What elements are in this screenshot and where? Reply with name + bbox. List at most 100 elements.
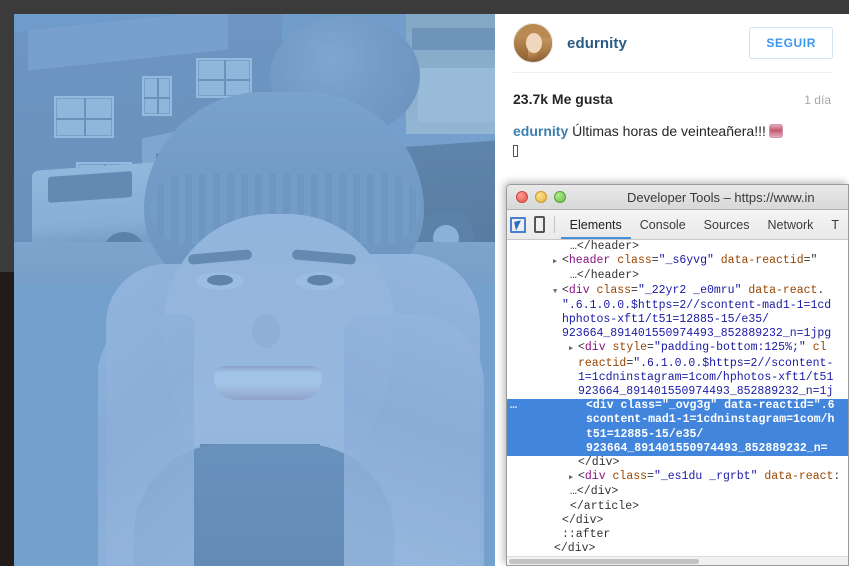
code-val: "_es1du _rgrbt" bbox=[653, 470, 758, 484]
post-timestamp: 1 día bbox=[804, 93, 831, 107]
code-val: "_s6yvg" bbox=[658, 254, 714, 268]
devtools-element-highlight-tint bbox=[14, 14, 495, 566]
toolbar-divider bbox=[554, 216, 555, 233]
code-punc: </article> bbox=[570, 499, 640, 513]
code-punc: =" bbox=[803, 254, 818, 268]
code-attr: data-react bbox=[764, 470, 834, 484]
caption-text: Últimas horas de veinteañera!!! bbox=[572, 123, 766, 139]
code-val: "_ovg3g" bbox=[661, 399, 718, 413]
dom-tree-row[interactable]: </div> bbox=[507, 514, 848, 528]
dom-tree-row-selected[interactable]: … <div class="_ovg3g" data-reactid=".6 bbox=[507, 399, 848, 414]
code-attr: data-reactid bbox=[724, 399, 807, 413]
tab-console[interactable]: Console bbox=[631, 210, 695, 239]
devtools-window-title: Developer Tools – https://www.in bbox=[627, 189, 815, 205]
code-punc: t51=12885-15/e35/ bbox=[586, 427, 704, 441]
dom-tree-row[interactable]: hphotos-xft1/t51=12885-15/e35/ bbox=[507, 313, 848, 327]
dom-tree-row[interactable]: <header class="_s6yvg" data-reactid=" bbox=[507, 254, 848, 269]
dom-tree-row[interactable]: <div class="_es1du _rgrbt" data-react: bbox=[507, 470, 848, 485]
code-punc: < bbox=[578, 341, 585, 355]
code-punc bbox=[606, 470, 613, 483]
code-punc: : bbox=[833, 470, 841, 484]
code-punc bbox=[606, 341, 613, 354]
expand-triangle-icon[interactable] bbox=[569, 470, 578, 485]
dom-tree-row[interactable]: </div> bbox=[507, 456, 848, 470]
dom-tree-row[interactable]: reactid=".6.1.0.0.$https=2//scontent- bbox=[507, 357, 848, 371]
code-punc: = bbox=[655, 399, 662, 413]
code-tag: div bbox=[584, 470, 606, 484]
screen: edurnity SEGUIR 23.7k Me gusta 1 día edu… bbox=[0, 0, 849, 566]
code-punc: < bbox=[578, 470, 585, 484]
dom-tree-row-selected[interactable]: scontent-mad1-1=1cdninstagram=1com/h bbox=[507, 413, 848, 428]
post-header: edurnity SEGUIR bbox=[495, 14, 849, 72]
code-tag: div bbox=[592, 399, 614, 413]
follow-button[interactable]: SEGUIR bbox=[749, 27, 833, 59]
girl-emoji-icon bbox=[768, 124, 783, 138]
code-attr: data-react bbox=[748, 283, 818, 297]
tab-network[interactable]: Network bbox=[759, 210, 823, 239]
scrollbar-thumb[interactable] bbox=[509, 559, 699, 564]
code-val: "padding-bottom:125%;" bbox=[653, 341, 806, 355]
dom-tree-row[interactable]: 923664_891401550974493_852889232_n=1j bbox=[507, 385, 848, 399]
dom-tree-row[interactable]: …</header> bbox=[507, 240, 848, 254]
dom-tree-row[interactable]: 1=1cdninstagram=1com/hphotos-xft1/t51 bbox=[507, 371, 848, 385]
code-punc: = bbox=[651, 254, 659, 268]
tab-sources[interactable]: Sources bbox=[695, 210, 759, 239]
dom-tree-row[interactable]: ::after bbox=[507, 528, 848, 542]
dom-tree-row[interactable]: …</header> bbox=[507, 269, 848, 283]
code-punc: . bbox=[817, 283, 825, 297]
instagram-post-photo[interactable] bbox=[14, 14, 495, 566]
profile-avatar[interactable] bbox=[513, 23, 553, 63]
devtools-tabbar: Elements Console Sources Network T bbox=[507, 210, 848, 240]
code-punc bbox=[590, 284, 597, 297]
code-punc: 923664_891401550974493_852889232_n= bbox=[586, 441, 828, 455]
code-punc: </div> bbox=[554, 542, 596, 556]
code-punc: < bbox=[586, 399, 593, 413]
dom-tree-panel[interactable]: …</header><header class="_s6yvg" data-re… bbox=[507, 240, 848, 564]
code-punc: </div> bbox=[578, 456, 620, 470]
likes-row: 23.7k Me gusta 1 día bbox=[495, 73, 849, 107]
horizontal-scrollbar[interactable] bbox=[507, 556, 848, 565]
profile-username[interactable]: edurnity bbox=[567, 35, 627, 52]
dom-tree-row[interactable]: ".6.1.0.0.$https=2//scontent-mad1-1=1cd bbox=[507, 299, 848, 313]
collapse-triangle-icon[interactable] bbox=[553, 284, 562, 299]
device-toolbar-icon bbox=[533, 216, 545, 233]
developer-tools-window[interactable]: Developer Tools – https://www.in Element… bbox=[506, 184, 849, 566]
missing-glyph-box-icon bbox=[513, 145, 518, 158]
code-attr: reactid bbox=[578, 356, 627, 370]
dom-tree-row-selected[interactable]: 923664_891401550974493_852889232_n= bbox=[507, 441, 848, 457]
truncation-ellipsis: … bbox=[510, 399, 518, 413]
code-val: 1=1cdninstagram=1com/hphotos-xft1/t51 bbox=[578, 370, 834, 384]
dom-tree-row[interactable]: 923664_891401550974493_852889232_n=1jpg bbox=[507, 327, 848, 341]
code-punc bbox=[714, 254, 721, 267]
code-val: 923664_891401550974493_852889232_n=1jpg bbox=[562, 327, 832, 341]
tab-elements[interactable]: Elements bbox=[561, 210, 631, 239]
code-tag: div bbox=[584, 341, 606, 355]
device-toolbar-button[interactable] bbox=[529, 210, 551, 239]
dom-tree-row[interactable]: </article> bbox=[507, 500, 848, 514]
code-attr: class bbox=[617, 254, 652, 268]
code-punc: …</header> bbox=[570, 240, 640, 253]
page-left-gutter-lower bbox=[0, 272, 14, 566]
dom-tree-row[interactable]: </div> bbox=[507, 542, 848, 556]
expand-triangle-icon[interactable] bbox=[553, 254, 562, 269]
caption-username-link[interactable]: edurnity bbox=[513, 123, 568, 139]
devtools-titlebar[interactable]: Developer Tools – https://www.in bbox=[507, 185, 848, 210]
dom-tree-row[interactable]: <div style="padding-bottom:125%;" cl bbox=[507, 341, 848, 356]
tab-timeline[interactable]: T bbox=[822, 210, 848, 239]
expand-triangle-icon[interactable] bbox=[569, 341, 578, 356]
code-val: ".6.1.0.0.$https=2//scontent- bbox=[633, 356, 834, 370]
code-punc: scontent-mad1-1=1cdninstagram=1com/h bbox=[586, 413, 835, 427]
dom-tree-row-selected[interactable]: t51=12885-15/e35/ bbox=[507, 427, 848, 442]
likes-count[interactable]: 23.7k Me gusta bbox=[513, 91, 613, 107]
code-punc: …</header> bbox=[570, 269, 640, 283]
code-tag: div bbox=[568, 283, 590, 297]
code-attr: style bbox=[612, 341, 648, 355]
code-tag: header bbox=[568, 254, 611, 268]
code-punc: = bbox=[647, 341, 654, 355]
dom-tree-row[interactable]: …</div> bbox=[507, 485, 848, 499]
inspect-element-icon bbox=[509, 216, 526, 233]
code-val: ".6.1.0.0.$https=2//scontent-mad1-1=1cd bbox=[562, 298, 832, 312]
code-punc: =".6 bbox=[806, 399, 835, 413]
dom-tree-row[interactable]: <div class="_22yr2 _e0mru" data-react. bbox=[507, 284, 848, 299]
inspect-element-button[interactable] bbox=[507, 210, 529, 239]
